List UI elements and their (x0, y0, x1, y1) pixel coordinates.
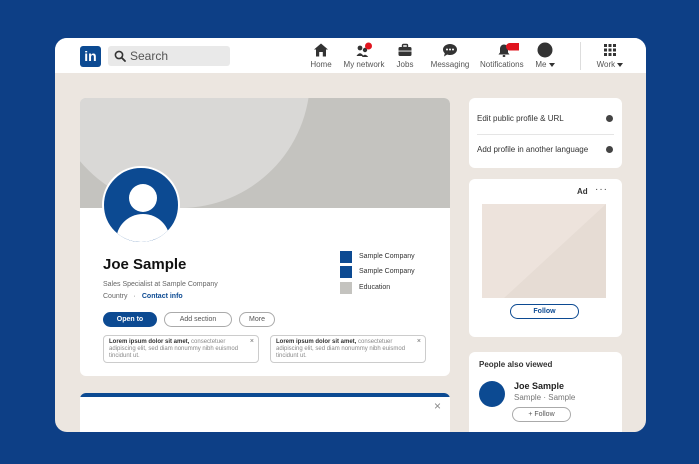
avatar-head-shape (129, 184, 157, 212)
open-to-button[interactable]: Open to (103, 312, 157, 327)
meta-separator: · (133, 293, 136, 300)
browser-window: in Home My network (55, 38, 646, 432)
ad-card: Ad ··· Follow (469, 179, 622, 337)
close-icon[interactable]: × (417, 338, 421, 345)
info-box: Lorem ipsum dolor sit amet, consectetuer… (103, 335, 259, 363)
info-box: Lorem ipsum dolor sit amet, consectetuer… (270, 335, 426, 363)
education-logo (340, 282, 352, 294)
nav-jobs-label: Jobs (396, 60, 414, 69)
nav-home-label: Home (310, 60, 332, 69)
messaging-icon (443, 44, 457, 57)
profile-links-card: Edit public profile & URL Add profile in… (469, 98, 622, 168)
add-language-profile-link[interactable]: Add profile in another language (477, 145, 588, 154)
nav-notifications[interactable]: Notifications (480, 42, 524, 72)
ad-label: Ad (577, 187, 588, 196)
people-also-viewed-card: People also viewed Joe Sample Sample · S… (469, 352, 622, 432)
profile-avatar[interactable] (102, 166, 180, 244)
search-input[interactable] (130, 48, 226, 64)
person-avatar[interactable] (479, 381, 505, 407)
profile-name: Joe Sample (103, 256, 187, 273)
chevron-down-icon (617, 62, 624, 67)
profile-headline: Sales Specialist at Sample Company (103, 281, 218, 288)
chevron-down-icon (548, 62, 555, 67)
help-dot-icon[interactable] (606, 115, 613, 122)
nav-messaging-label: Messaging (430, 60, 470, 69)
company-label: Sample Company (359, 268, 415, 275)
profile-meta: Country · Contact info (103, 293, 183, 300)
person-subtitle: Sample · Sample (514, 393, 576, 402)
nav-messaging[interactable]: Messaging (430, 42, 470, 72)
profile-card: Joe Sample Sales Specialist at Sample Co… (80, 98, 450, 376)
info-text: Lorem ipsum dolor sit amet, consectetuer… (109, 339, 239, 359)
avatar-body-shape (116, 214, 170, 242)
nav-notifications-label: Notifications (480, 60, 524, 69)
search-box[interactable] (108, 46, 230, 66)
nav-my-network[interactable]: My network (343, 42, 385, 72)
person-name[interactable]: Joe Sample (514, 381, 564, 391)
linkedin-logo[interactable]: in (80, 46, 101, 67)
bottom-card: × (80, 393, 450, 432)
edit-public-profile-link[interactable]: Edit public profile & URL (477, 114, 564, 123)
avatar-icon (537, 42, 553, 58)
more-options-icon[interactable]: ··· (595, 184, 608, 195)
company-logo (340, 251, 352, 263)
more-button[interactable]: More (239, 312, 275, 327)
profile-location: Country (103, 293, 128, 300)
info-text: Lorem ipsum dolor sit amet, consectetuer… (276, 339, 406, 359)
education-label: Education (359, 284, 391, 291)
people-also-viewed-title: People also viewed (479, 360, 553, 369)
nav-divider (580, 42, 581, 70)
bottom-card-accent (80, 393, 450, 397)
ad-image[interactable] (482, 204, 606, 298)
top-nav-bar: in Home My network (55, 38, 646, 73)
nav-me-label: Me (532, 60, 558, 69)
home-icon (314, 43, 328, 57)
nav-my-network-label: My network (343, 60, 385, 69)
nav-work-label: Work (596, 60, 624, 69)
nav-jobs[interactable]: Jobs (393, 42, 417, 72)
nav-me[interactable]: Me (532, 42, 558, 72)
follow-person-button[interactable]: + Follow (512, 407, 571, 422)
search-icon (114, 50, 126, 62)
contact-info-link[interactable]: Contact info (142, 293, 183, 300)
company-logo (340, 266, 352, 278)
close-icon[interactable]: × (434, 399, 441, 413)
briefcase-icon (398, 43, 412, 56)
network-icon (356, 42, 372, 57)
grid-icon (604, 44, 616, 56)
nav-home[interactable]: Home (307, 42, 335, 72)
nav-work[interactable]: Work (596, 42, 624, 72)
close-icon[interactable]: × (250, 338, 254, 345)
add-section-button[interactable]: Add section (164, 312, 232, 327)
help-dot-icon[interactable] (606, 146, 613, 153)
ad-follow-button[interactable]: Follow (510, 304, 579, 319)
bell-icon (498, 43, 519, 57)
divider (477, 134, 614, 135)
company-label: Sample Company (359, 253, 415, 260)
